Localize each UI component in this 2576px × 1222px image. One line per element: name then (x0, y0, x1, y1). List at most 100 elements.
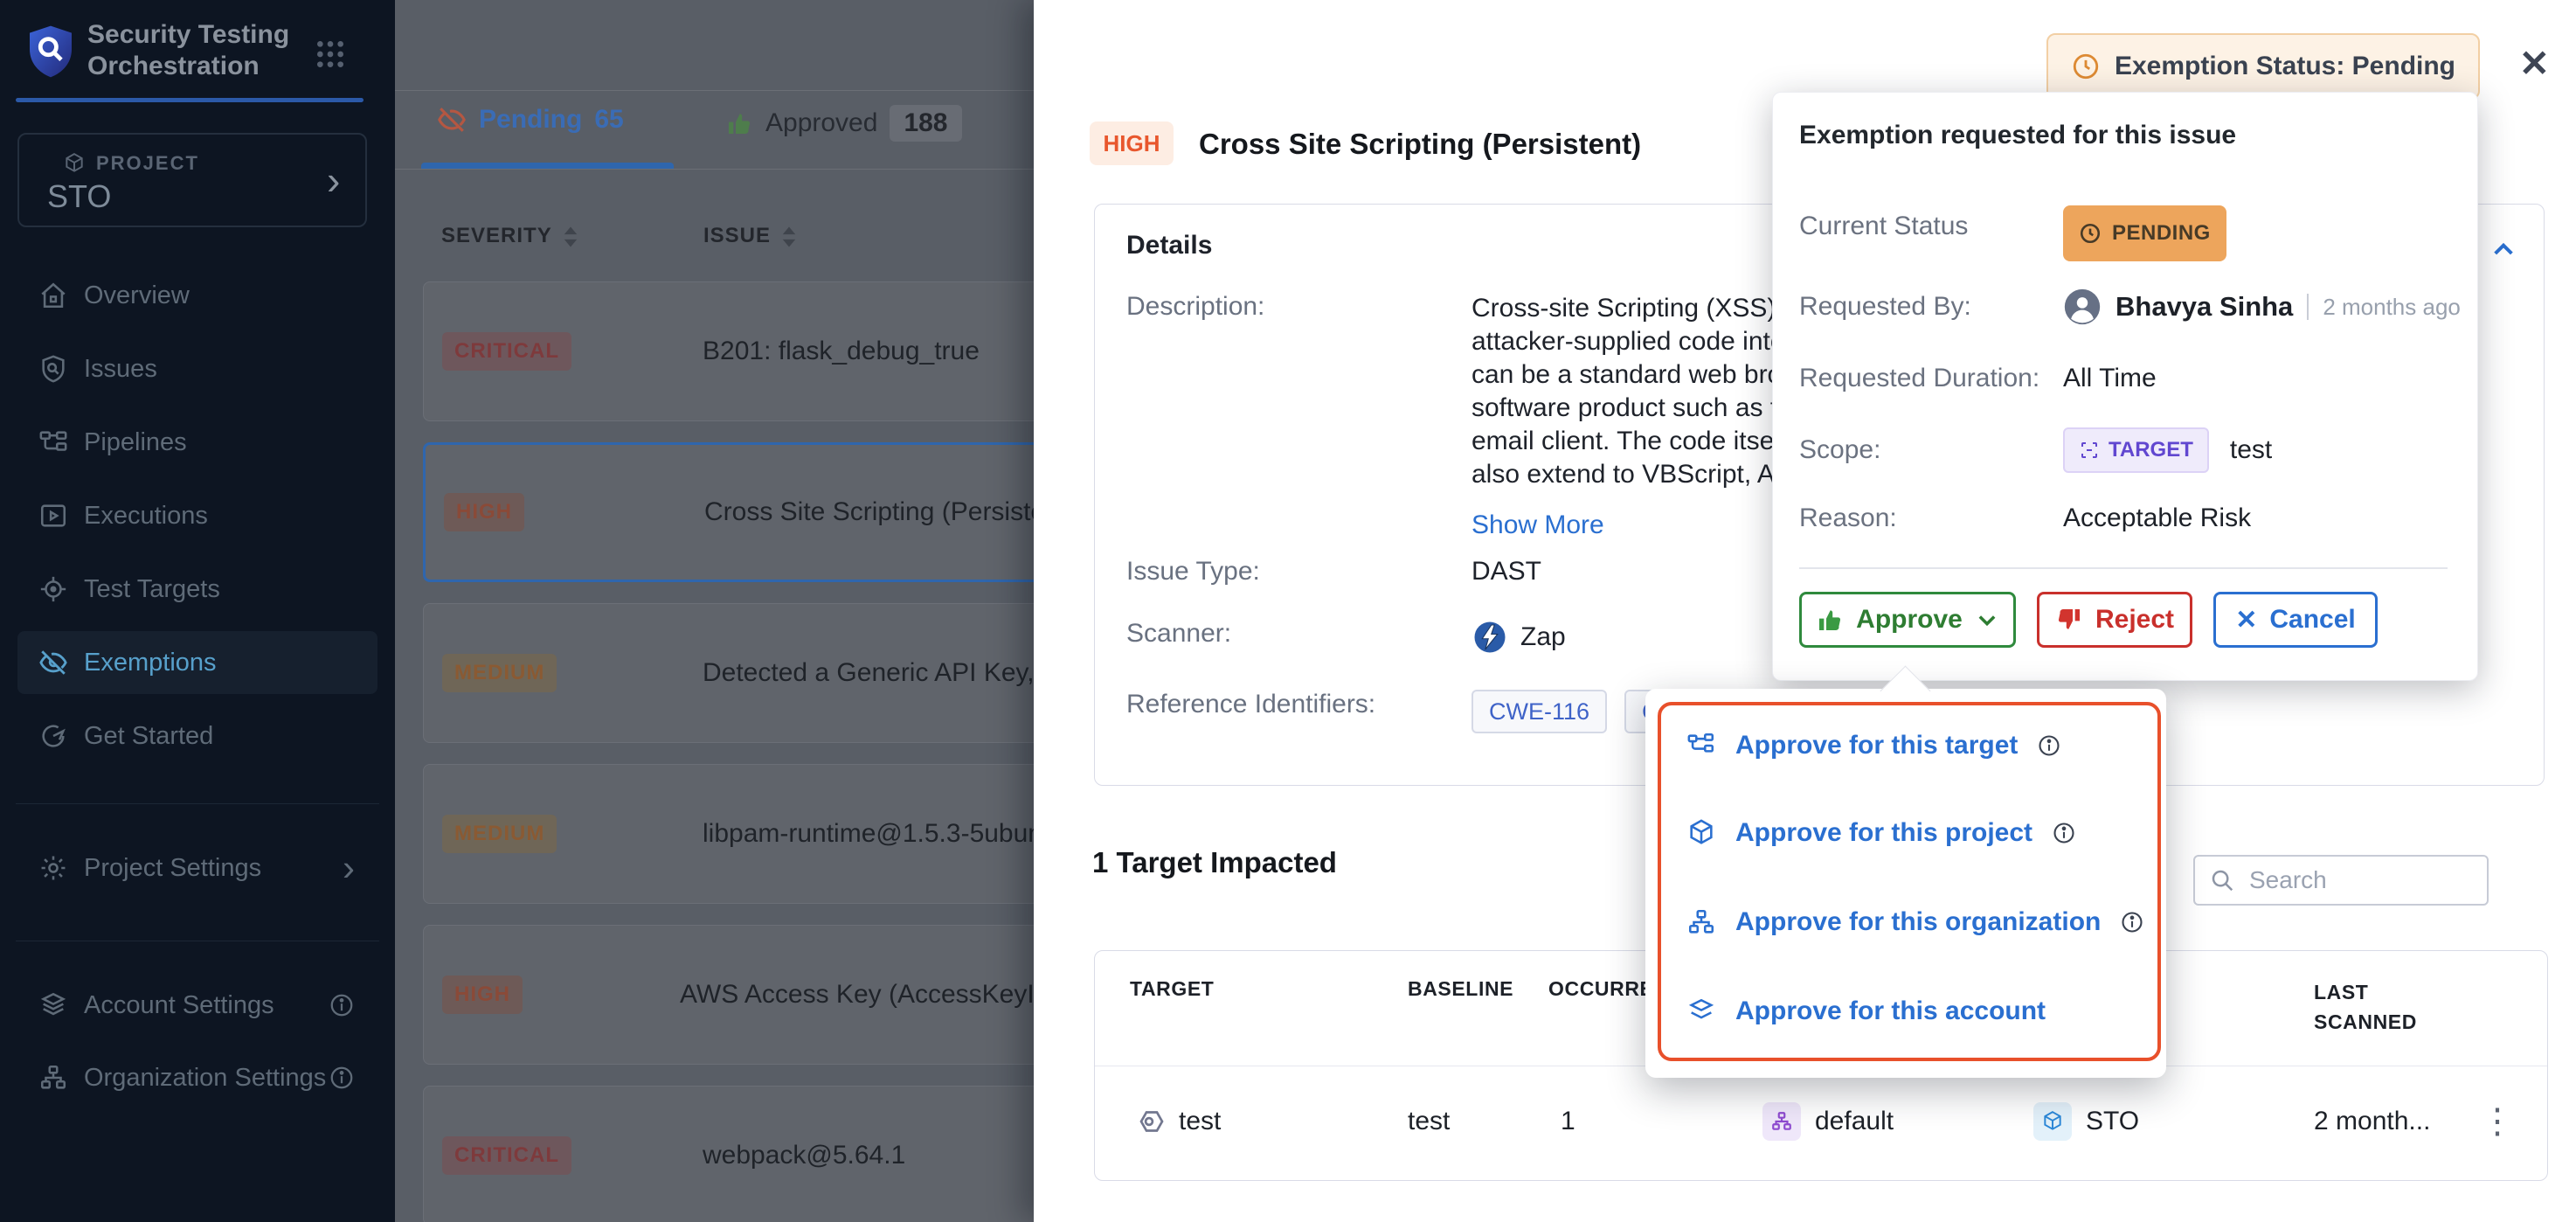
issue-row[interactable]: HIGH AWS Access Key (AccessKeyId=AKIA... (423, 925, 1034, 1065)
hexagon-target-icon (1133, 1106, 1165, 1137)
menu-item-approve-project[interactable]: Approve for this project (1686, 809, 2076, 857)
chevron-right-icon: › (327, 154, 340, 206)
reference-chip[interactable]: CWE-116 (1472, 690, 1607, 733)
sidebar-item-get-started[interactable]: Get Started (0, 699, 395, 773)
sort-icon (563, 226, 578, 248)
baseline-cell: test (1408, 1100, 1450, 1142)
app-logo-shield-icon (23, 23, 79, 80)
project-selector[interactable]: PROJECT STO › (17, 133, 367, 227)
sidebar-item-exemptions[interactable]: Exemptions (0, 626, 395, 699)
sidebar-item-overview[interactable]: Overview (0, 259, 395, 332)
menu-item-approve-organization[interactable]: Approve for this organization (1686, 898, 2144, 947)
thumbs-up-icon (725, 109, 753, 137)
targets-search[interactable] (2193, 855, 2489, 906)
info-icon (2037, 733, 2061, 758)
scanner-label: Scanner: (1126, 619, 1231, 649)
issue-type-label: Issue Type: (1126, 557, 1260, 587)
sidebar-nav: Overview Issues Pipelines Executions Tes… (0, 259, 395, 773)
current-status-label: Current Status (1799, 205, 1968, 247)
info-icon (329, 992, 355, 1018)
scope-value: TARGET test (2063, 429, 2272, 471)
org-chart-icon (1686, 907, 1716, 937)
reason-value: Acceptable Risk (2063, 497, 2251, 539)
module-grid-icon[interactable] (313, 37, 348, 72)
pill-label: Exemption Status: Pending (2115, 52, 2455, 81)
issue-title: webpack@5.64.1 (703, 1141, 905, 1170)
divider (395, 169, 1034, 170)
kebab-menu-icon[interactable]: ⋮ (2480, 1100, 2515, 1142)
severity-badge: MEDIUM (442, 815, 557, 853)
menu-item-label: Approve for this target (1735, 731, 2018, 760)
issue-list: CRITICAL B201: flask_debug_true HIGH Cro… (423, 281, 1034, 1222)
chevron-right-icon: › (343, 847, 355, 889)
details-heading: Details (1126, 231, 1212, 260)
menu-item-label: Approve for this organization (1735, 907, 2101, 937)
issue-row[interactable]: MEDIUM libpam-runtime@1.5.3-5ubuntu5.1 (423, 764, 1034, 904)
column-issue[interactable]: ISSUE (703, 224, 797, 248)
sidebar-item-issues[interactable]: Issues (0, 332, 395, 406)
exemption-status-pill[interactable]: Exemption Status: Pending (2046, 33, 2480, 100)
cube-icon (63, 152, 86, 175)
status-badge: PENDING (2112, 212, 2211, 254)
sidebar-item-label: Project Settings (84, 854, 261, 883)
sidebar-item-label: Exemptions (84, 649, 217, 677)
target-scope-chip: TARGET (2063, 427, 2209, 473)
tab-pending[interactable]: Pending 65 (437, 105, 624, 135)
sidebar-item-label: Pipelines (84, 428, 187, 457)
sidebar-item-pipelines[interactable]: Pipelines (0, 406, 395, 479)
tab-count: 188 (890, 105, 961, 142)
clock-icon (2079, 222, 2102, 245)
reason-label: Reason: (1799, 497, 1897, 539)
eye-off-icon (437, 105, 467, 135)
show-more-link[interactable]: Show More (1472, 510, 1604, 540)
issue-row[interactable]: MEDIUM Detected a Generic API Key, poten… (423, 603, 1034, 743)
sidebar-item-executions[interactable]: Executions (0, 479, 395, 552)
sidebar-item-account-settings[interactable]: Account Settings (0, 969, 395, 1042)
cube-icon (1686, 818, 1716, 848)
clock-icon (2071, 52, 2101, 81)
tab-approved[interactable]: Approved 188 (725, 105, 962, 142)
sidebar-item-organization-settings[interactable]: Organization Settings (0, 1041, 395, 1114)
play-icon (38, 501, 68, 531)
menu-item-approve-account[interactable]: Approve for this account (1686, 987, 2046, 1036)
popover-header: Exemption requested for this issue (1799, 121, 2236, 150)
duration-value: All Time (2063, 358, 2157, 399)
requested-by-label: Requested By: (1799, 286, 1971, 328)
issues-shield-icon (38, 354, 68, 384)
approve-scope-dropdown: Approve for this target Approve for this… (1645, 689, 2166, 1078)
divider (395, 90, 1034, 91)
column-severity[interactable]: SEVERITY (441, 224, 578, 248)
thumbs-up-icon (1816, 606, 1844, 634)
info-icon (2120, 910, 2144, 934)
target-cell[interactable]: test (1133, 1100, 1221, 1142)
org-chart-icon (1762, 1102, 1801, 1141)
issue-row[interactable]: CRITICAL webpack@5.64.1 (423, 1086, 1034, 1222)
sidebar-item-label: Overview (84, 281, 190, 310)
search-input[interactable] (2247, 865, 2461, 895)
severity-badge: HIGH (442, 976, 523, 1014)
sort-icon (781, 226, 797, 248)
chevron-up-icon[interactable] (2489, 236, 2517, 264)
target-scan-icon (2079, 440, 2100, 461)
severity-badge: MEDIUM (442, 654, 557, 692)
get-started-icon (38, 721, 68, 751)
target-pipeline-icon (1686, 731, 1716, 760)
active-tab-underline (421, 163, 674, 169)
project-label: PROJECT (96, 152, 199, 175)
issue-title: Cross Site Scripting (Persistent) (1199, 122, 1641, 166)
sidebar-item-project-settings[interactable]: Project Settings › (0, 831, 395, 905)
menu-item-approve-target[interactable]: Approve for this target (1686, 721, 2061, 770)
issue-row-selected[interactable]: HIGH Cross Site Scripting (Persistent) (423, 442, 1034, 582)
issue-title: Cross Site Scripting (Persistent) (704, 497, 1034, 527)
sidebar-item-label: Account Settings (84, 991, 274, 1020)
scope-label: Scope: (1799, 429, 1880, 471)
sidebar-item-label: Issues (84, 355, 157, 384)
reject-button[interactable]: Reject (2037, 592, 2192, 648)
thumbs-down-icon (2055, 606, 2083, 634)
close-icon[interactable]: ✕ (2519, 42, 2550, 85)
sidebar-item-test-targets[interactable]: Test Targets (0, 552, 395, 626)
approve-button[interactable]: Approve (1799, 592, 2016, 648)
requested-time: 2 months ago (2307, 294, 2461, 320)
issue-row[interactable]: CRITICAL B201: flask_debug_true (423, 281, 1034, 421)
cancel-button[interactable]: ✕ Cancel (2213, 592, 2378, 648)
